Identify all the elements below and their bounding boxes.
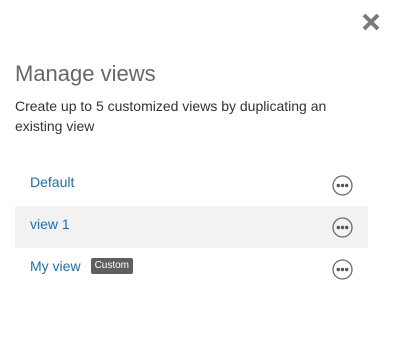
dialog-title: Manage views bbox=[15, 61, 156, 86]
view-name[interactable]: view 1 bbox=[30, 215, 70, 233]
more-options-button[interactable] bbox=[332, 175, 353, 196]
close-icon bbox=[362, 13, 380, 31]
close-button[interactable] bbox=[360, 11, 382, 33]
manage-views-panel: Manage views Create up to 5 customized v… bbox=[0, 0, 393, 346]
views-list: Default view 1 My view Custom bbox=[15, 164, 368, 290]
more-options-icon bbox=[332, 259, 353, 280]
more-options-button[interactable] bbox=[332, 259, 353, 280]
view-name[interactable]: My view bbox=[30, 257, 81, 275]
more-options-icon bbox=[332, 175, 353, 196]
more-options-button[interactable] bbox=[332, 217, 353, 238]
view-name[interactable]: Default bbox=[30, 173, 74, 191]
dialog-description: Create up to 5 customized views by dupli… bbox=[15, 98, 327, 134]
view-row-my-view[interactable]: My view Custom bbox=[15, 248, 368, 290]
view-row-view-1[interactable]: view 1 bbox=[15, 206, 368, 248]
view-row-default[interactable]: Default bbox=[15, 164, 368, 206]
more-options-icon bbox=[332, 217, 353, 238]
custom-badge: Custom bbox=[90, 258, 134, 274]
